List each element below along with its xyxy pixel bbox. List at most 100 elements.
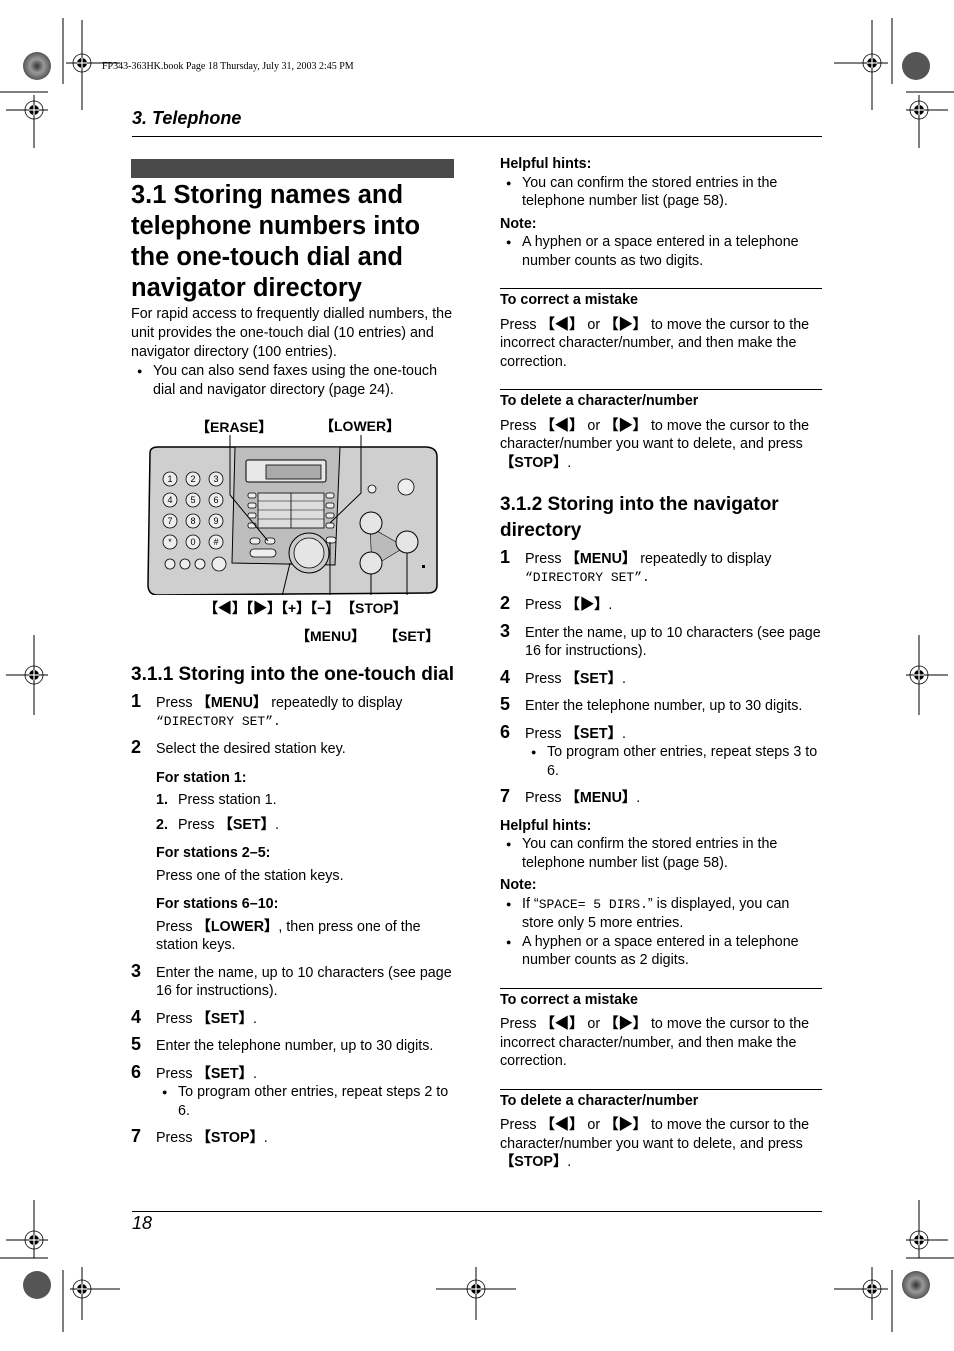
set-key: 【SET】 — [565, 670, 622, 687]
stations-2-5-label: For stations 2–5: — [156, 845, 271, 861]
callout-set: 【SET】 — [384, 628, 440, 644]
substep-number: 1. — [156, 792, 168, 808]
substep-text: Press station 1. — [178, 792, 277, 808]
right-arrow-key: 【▶】 — [604, 1016, 647, 1032]
key-1: 1 — [167, 474, 172, 484]
step-7: 7 Press 【STOP】. — [131, 1127, 461, 1148]
note-label: Note: — [500, 215, 537, 232]
text: or — [583, 1117, 605, 1133]
step-text: repeatedly to display — [636, 551, 772, 567]
stop-key: 【STOP】 — [500, 454, 568, 471]
stations-2-5-text: Press one of the station keys. — [156, 867, 344, 884]
right-arrow-key: 【▶】 — [604, 417, 647, 434]
step-text: . — [636, 790, 641, 806]
section-title-bar — [131, 159, 454, 178]
callout-stop: 【STOP】 — [341, 600, 407, 616]
step-4: 4 Press 【SET】. — [131, 1007, 461, 1029]
section-3-1-1: 3.1.1 Storing into the one-touch dial 1 … — [131, 662, 461, 1157]
substep-number: 2. — [156, 816, 168, 833]
stations-6-10-text: Press 【LOWER】, then press one of the sta… — [156, 918, 461, 955]
note-bullet: If “SPACE= 5 DIRS.” is displayed, you ca… — [500, 895, 822, 933]
step-bullet: To program other entries, repeat steps 2… — [156, 1083, 461, 1120]
step-3: 3 Enter the name, up to 10 characters (s… — [500, 621, 822, 661]
delete-character-heading: To delete a character/number — [500, 393, 699, 409]
helpful-hints-label: Helpful hints: — [500, 817, 592, 834]
stop-key: 【STOP】 — [196, 1130, 264, 1146]
step-text: Press — [156, 695, 197, 711]
helpful-hints-label: Helpful hints: — [500, 156, 592, 172]
step-number: 6 — [131, 1061, 142, 1082]
correct-mistake-heading: To correct a mistake — [500, 292, 638, 308]
text: If “ — [522, 895, 539, 912]
step-text: Press — [525, 670, 566, 687]
intro-section: For rapid access to frequently dialled n… — [131, 305, 461, 400]
svg-text:#: # — [213, 537, 218, 547]
step-text: . — [621, 725, 626, 742]
delete-character-text: Press 【◀】 or 【▶】 to move the cursor to t… — [500, 417, 822, 473]
text: Press — [500, 316, 541, 333]
callout-erase: 【ERASE】 — [196, 419, 273, 435]
step-text: . — [621, 670, 626, 687]
control-panel-illustration: 1 2 3 4 5 6 7 8 9 * 0 # — [147, 435, 438, 595]
set-key: 【SET】 — [196, 1065, 253, 1082]
lower-key: 【LOWER】 — [196, 918, 279, 935]
left-arrow-key: 【◀】 — [540, 1016, 584, 1032]
right-arrow-key: 【▶】 — [565, 597, 609, 613]
step-3: 3 Enter the name, up to 10 characters (s… — [131, 960, 461, 1001]
text: or — [583, 1016, 605, 1032]
hint-bullet: You can confirm the stored entries in th… — [500, 835, 822, 872]
step-6: 6 Press 【SET】. To program other entries,… — [131, 1061, 461, 1121]
color-target-icon — [23, 52, 51, 80]
step-5: 5 Enter the telephone number, up to 30 d… — [500, 695, 822, 716]
divider — [500, 1088, 822, 1090]
step-text: Press — [156, 1130, 197, 1146]
text: Press — [156, 918, 197, 935]
step-1: 1 Press 【MENU】 repeatedly to display “DI… — [500, 547, 822, 587]
svg-text:3: 3 — [213, 474, 218, 484]
divider — [500, 288, 822, 289]
color-target-icon — [902, 52, 930, 80]
set-key: 【SET】 — [565, 725, 622, 742]
divider — [500, 987, 822, 989]
correct-mistake-text: Press 【◀】 or 【▶】 to move the cursor to t… — [500, 316, 822, 372]
step-number: 2 — [131, 737, 142, 757]
step-text: Press — [525, 551, 566, 567]
step-text: Press — [525, 790, 566, 806]
text: Press — [500, 417, 541, 434]
text: Press — [500, 1016, 541, 1032]
right-arrow-key: 【▶】 — [604, 316, 647, 333]
substep-text: . — [274, 816, 279, 833]
color-target-icon — [902, 1271, 930, 1299]
step-text: Press — [525, 725, 566, 742]
chapter-title: 3. Telephone — [132, 108, 242, 128]
text: Press — [500, 1117, 541, 1133]
step-number: 1 — [500, 547, 511, 567]
color-target-icon — [23, 1271, 51, 1299]
svg-text:5: 5 — [190, 495, 195, 505]
step-number: 1 — [131, 691, 142, 711]
stations-6-10-label: For stations 6–10: — [156, 896, 279, 912]
header-rule — [132, 136, 822, 137]
note-label: Note: — [500, 877, 537, 893]
step-number: 4 — [500, 666, 511, 687]
left-arrow-key: 【◀】 — [540, 316, 584, 333]
page-number: 18 — [132, 1213, 153, 1233]
correct-mistake-heading: To correct a mistake — [500, 991, 638, 1008]
step-text: . — [263, 1130, 268, 1146]
display-text: “DIRECTORY SET”. — [156, 713, 281, 729]
step-number: 3 — [131, 960, 142, 981]
svg-text:9: 9 — [213, 516, 218, 526]
step-4: 4 Press 【SET】. — [500, 666, 822, 689]
callout-lower: 【LOWER】 — [320, 418, 401, 434]
subheading-3-1-1: 3.1.1 Storing into the one-touch dial — [131, 664, 455, 685]
set-key: 【SET】 — [218, 816, 275, 833]
page-title: 3.1 Storing names and telephone numbers … — [131, 181, 421, 302]
fax-control-panel-diagram: 【ERASE】 【LOWER】 1 2 3 4 5 6 7 8 9 * 0 # … — [140, 405, 450, 655]
text: . — [567, 1154, 572, 1170]
menu-key: 【MENU】 — [565, 551, 637, 567]
intro-bullet: You can also send faxes using the one-to… — [131, 362, 461, 400]
svg-text:*: * — [168, 537, 172, 547]
step-text: . — [608, 597, 613, 613]
step-number: 2 — [500, 593, 511, 613]
correct-mistake-text: Press 【◀】 or 【▶】 to move the cursor to t… — [500, 1015, 822, 1071]
